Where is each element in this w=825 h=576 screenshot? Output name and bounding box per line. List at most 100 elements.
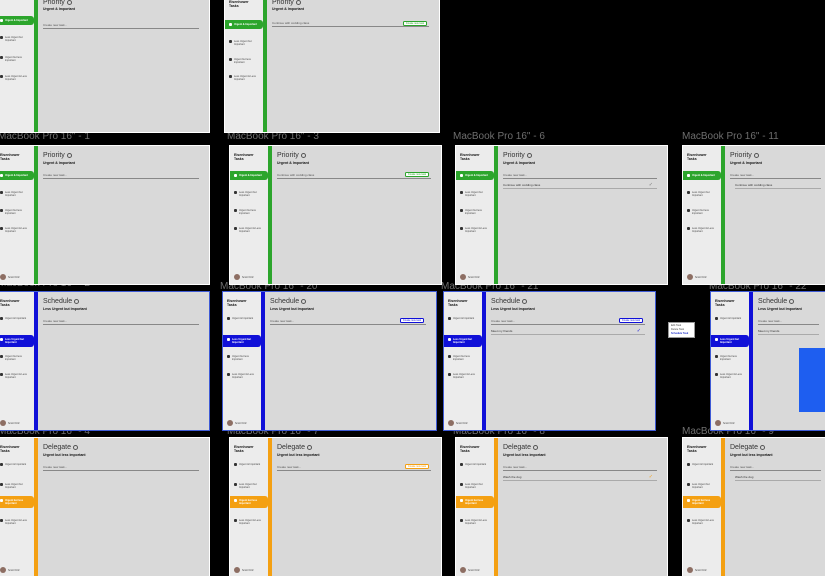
new-task-input[interactable]: Create new task... [503,171,657,179]
create-task-button[interactable]: Create new task [618,318,643,323]
nav-schedule[interactable]: Less Urgent but Important [0,36,32,42]
new-task-input[interactable]: Create new task... [730,171,821,179]
frame-priority-top[interactable]: Urgent & Important Less Urgent but Impor… [0,0,210,133]
task-item[interactable]: Meet my friends [758,328,819,335]
user-profile[interactable]: Scott Ortiz [234,274,254,280]
nav-delegate[interactable]: Urgent but less important [234,209,266,215]
frame-1[interactable]: Eisenhower Tasks Urgent & Important Less… [0,145,210,285]
frame-22[interactable]: Eisenhower Tasks Urgent & Important Less… [710,291,825,431]
nav-schedule[interactable]: Less Urgent but Important [711,335,749,347]
nav-eliminate[interactable]: Less Urgent & Less Important [0,519,32,525]
nav-eliminate[interactable]: Less Urgent & Less Important [715,373,747,379]
frame-label[interactable]: MacBook Pro 16" - 11 [682,131,779,143]
new-task-input[interactable]: Create new task... [43,463,199,471]
nav-eliminate[interactable]: Less Urgent & Less Important [234,227,266,233]
check-icon[interactable]: ✓ [649,474,653,481]
nav-schedule[interactable]: Less Urgent but Important [223,335,261,347]
user-profile[interactable]: Scott Ortiz [234,567,254,573]
frame-priority-top-2[interactable]: Eisenhower Tasks Urgent & Important Less… [224,0,440,133]
nav-priority[interactable]: Urgent & Important [0,463,32,466]
nav-delegate[interactable]: Urgent but less important [0,355,32,361]
nav-schedule[interactable]: Less Urgent but Important [460,191,492,197]
nav-delegate[interactable]: Urgent but less important [229,58,261,64]
task-item[interactable]: Meet my friends ✓ [491,328,645,335]
nav-schedule[interactable]: Less Urgent but Important [0,483,32,489]
new-task-input[interactable]: Create new task... [758,317,819,325]
nav-priority[interactable]: Urgent & Important [715,317,747,320]
nav-delegate[interactable]: Urgent but less important [227,355,259,361]
new-task-input[interactable]: Create new task... [43,21,199,29]
user-profile[interactable]: Scott Ortiz [687,567,707,573]
create-task-button[interactable]: Create new task [404,464,429,469]
nav-priority[interactable]: Urgent & Important [230,171,268,180]
user-profile[interactable]: Scott Ortiz [715,420,735,426]
user-profile[interactable]: Scott Ortiz [0,420,20,426]
create-task-button[interactable]: Create new task [402,21,427,26]
check-icon[interactable]: ✓ [637,328,641,335]
user-profile[interactable]: Scott Ortiz [0,567,20,573]
nav-eliminate[interactable]: Less Urgent & Less Important [687,519,719,525]
nav-schedule[interactable]: Less Urgent but Important [234,191,266,197]
nav-eliminate[interactable]: Less Urgent & Less Important [227,373,259,379]
nav-delegate[interactable]: Urgent but less important [0,209,32,215]
create-task-button[interactable]: Create new task [404,172,429,177]
nav-eliminate[interactable]: Less Urgent & Less Important [460,519,492,525]
nav-eliminate[interactable]: Less Urgent & Less Important [0,373,32,379]
user-profile[interactable]: Scott Ortiz [460,274,480,280]
calendar-overlay[interactable] [799,348,825,412]
nav-delegate[interactable]: Urgent but less important [230,496,268,508]
nav-priority[interactable]: Urgent & Important [683,171,721,180]
nav-eliminate[interactable]: Less Urgent & Less Important [687,227,719,233]
nav-eliminate[interactable]: Less Urgent & Less Important [0,75,32,81]
nav-schedule[interactable]: Less Urgent but Important [234,483,266,489]
design-canvas[interactable]: MacBook Pro 16" - 1 MacBook Pro 16" - 3 … [0,0,825,576]
nav-eliminate[interactable]: Less Urgent & Less Important [448,373,480,379]
task-item[interactable]: Continue with codding class [735,182,821,189]
nav-delegate[interactable]: Urgent but less important [687,209,719,215]
nav-priority[interactable]: Urgent & Important [225,20,263,29]
nav-delegate[interactable]: Urgent but less important [448,355,480,361]
nav-schedule[interactable]: Less Urgent but Important [460,483,492,489]
new-task-input[interactable]: Create new task... [503,463,657,471]
nav-schedule[interactable]: Less Urgent but Important [687,483,719,489]
nav-priority[interactable]: Urgent & Important [0,171,34,180]
new-task-input[interactable]: Create new task... [730,463,821,471]
frame-3[interactable]: Eisenhower Tasks Urgent & Important Less… [229,145,442,285]
nav-schedule[interactable]: Less Urgent but Important [0,335,34,347]
nav-eliminate[interactable]: Less Urgent & Less Important [460,227,492,233]
frame-9[interactable]: Eisenhower Tasks Urgent & Important Less… [682,437,825,576]
task-item[interactable]: Wash the dog ✓ [503,474,657,481]
task-item[interactable]: Continue with codding class ✓ [503,182,657,189]
frame-2[interactable]: Eisenhower Tasks Urgent & Important Less… [0,291,210,431]
nav-delegate[interactable]: Urgent but less important [715,355,747,361]
nav-eliminate[interactable]: Less Urgent & Less Important [0,227,32,233]
nav-schedule[interactable]: Less Urgent but Important [687,191,719,197]
nav-schedule[interactable]: Less Urgent but Important [444,335,482,347]
nav-priority[interactable]: Urgent & Important [687,463,719,466]
nav-priority[interactable]: Urgent & Important [0,317,32,320]
frame-7[interactable]: Eisenhower Tasks Urgent & Important Less… [229,437,442,576]
nav-eliminate[interactable]: Less Urgent & Less Important [229,75,261,81]
frame-6[interactable]: Eisenhower Tasks Urgent & Important Less… [455,145,668,285]
nav-schedule[interactable]: Less Urgent but Important [229,40,261,46]
nav-priority[interactable]: Urgent & Important [448,317,480,320]
frame-21[interactable]: Eisenhower Tasks Urgent & Important Less… [443,291,656,431]
frame-4[interactable]: Eisenhower Tasks Urgent & Important Less… [0,437,210,576]
nav-priority[interactable]: Urgent & Important [460,463,492,466]
nav-delegate[interactable]: Urgent but less important [456,496,494,508]
nav-schedule[interactable]: Less Urgent but Important [0,191,32,197]
nav-priority[interactable]: Urgent & Important [0,16,34,25]
frame-label[interactable]: MacBook Pro 16" - 6 [453,131,545,143]
nav-priority[interactable]: Urgent & Important [227,317,259,320]
user-profile[interactable]: Scott Ortiz [0,274,20,280]
nav-delegate[interactable]: Urgent but less important [460,209,492,215]
check-icon[interactable]: ✓ [649,182,653,189]
task-item[interactable]: Wash the dog [735,474,821,481]
new-task-input[interactable]: Create new task... [43,171,199,179]
frame-8[interactable]: Eisenhower Tasks Urgent & Important Less… [455,437,668,576]
create-task-button[interactable]: Create new task [399,318,424,323]
user-profile[interactable]: Scott Ortiz [687,274,707,280]
nav-delegate[interactable]: Urgent but less important [0,496,34,508]
user-profile[interactable]: Scott Ortiz [227,420,247,426]
menu-item-schedule[interactable]: Schedule Task [671,332,692,336]
